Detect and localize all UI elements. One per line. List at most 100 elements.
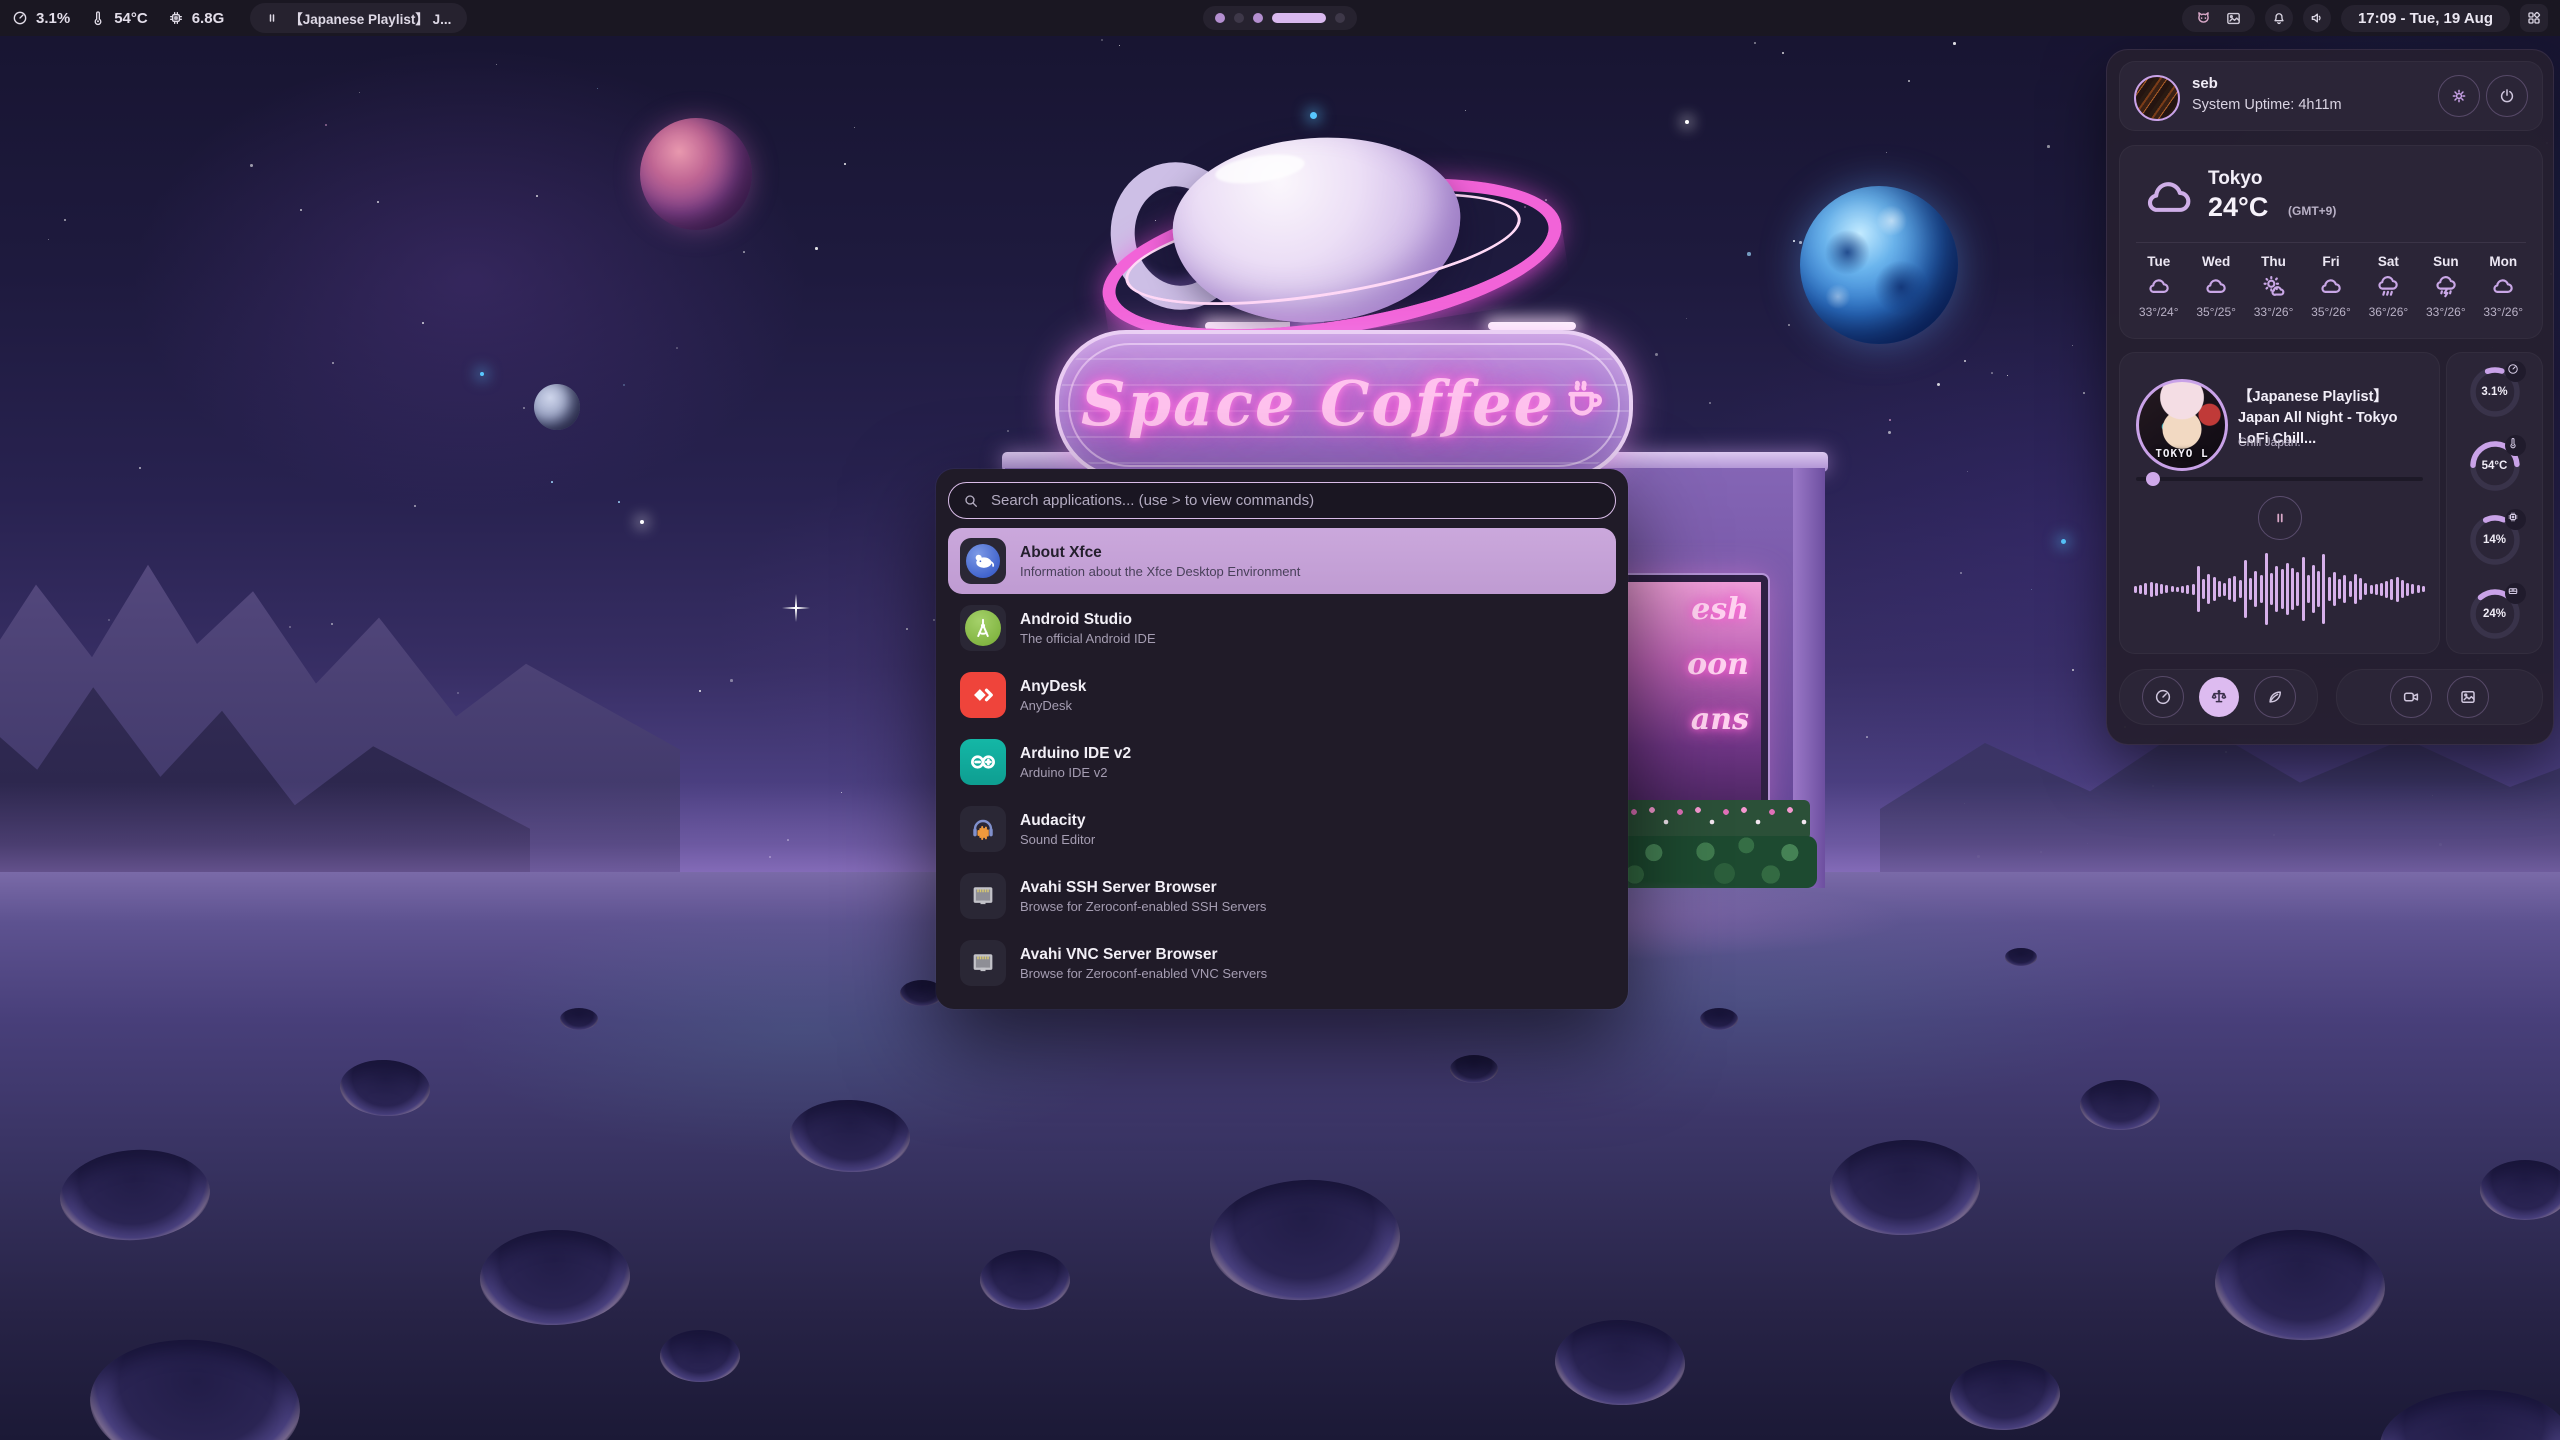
waveform-bar [2317, 571, 2320, 607]
settings-button[interactable] [2438, 75, 2480, 117]
window-neon-text: ans [1691, 702, 1749, 737]
crater [1450, 1055, 1498, 1083]
waveform-bar [2359, 578, 2362, 600]
workspace-dot[interactable] [1215, 13, 1225, 23]
app-title: AnyDesk [1020, 677, 1086, 696]
memory-value: 6.8G [192, 10, 225, 27]
crater [980, 1250, 1070, 1310]
wallpaper-button[interactable] [2447, 676, 2489, 718]
workspace-dot[interactable] [1335, 13, 1345, 23]
workspace-indicator[interactable] [1203, 6, 1357, 30]
powersave-button[interactable] [2254, 676, 2296, 718]
crater [660, 1330, 740, 1382]
waveform-bar [2202, 579, 2205, 599]
waveform-bar [2165, 585, 2168, 593]
progress-bar[interactable] [2136, 477, 2423, 481]
small-moon [534, 384, 580, 430]
waveform-bar [2370, 585, 2373, 594]
forecast-row: Tue 33°/24° Wed 35°/25° Thu 33°/26° Fri … [2130, 254, 2532, 319]
star [618, 501, 620, 503]
forecast-day: Thu 33°/26° [2245, 254, 2302, 319]
ethernet-icon [960, 873, 1006, 919]
camera-icon [2402, 688, 2420, 706]
play-pause-button[interactable] [2258, 496, 2302, 540]
waveform-bar [2265, 553, 2268, 625]
side-panel: seb System Uptime: 4h11m Tokyo 24°C (GMT… [2106, 49, 2554, 745]
star [2083, 392, 2085, 394]
search-input[interactable] [989, 491, 1601, 510]
performance-button[interactable] [2142, 676, 2184, 718]
waveform-bar [2354, 574, 2357, 604]
wallpaper-icon[interactable] [2225, 10, 2242, 27]
app-description: AnyDesk [1020, 698, 1086, 713]
app-description: Information about the Xfce Desktop Envir… [1020, 564, 1300, 579]
notifications-button[interactable] [2265, 4, 2293, 32]
cat-icon[interactable] [2195, 10, 2212, 27]
waveform-bar [2296, 572, 2299, 606]
star [1007, 430, 1009, 432]
app-description: Sound Editor [1020, 832, 1095, 847]
launcher-search-bar[interactable] [948, 482, 1616, 519]
bright-star [1685, 120, 1689, 124]
app-item-arduino[interactable]: Arduino IDE v2 Arduino IDE v2 [948, 729, 1616, 795]
waveform-bar [2411, 584, 2414, 594]
app-description: The official Android IDE [1020, 631, 1156, 646]
workspace-dot[interactable] [1253, 13, 1263, 23]
crater [560, 1008, 598, 1030]
waveform-bar [2322, 554, 2325, 624]
speedometer-icon [12, 10, 28, 26]
overview-button[interactable] [2520, 4, 2548, 32]
bright-star [640, 520, 644, 524]
memory-stat: 6.8G [168, 10, 225, 27]
avatar[interactable] [2134, 75, 2180, 121]
waveform-bar [2385, 581, 2388, 598]
forecast-day: Fri 35°/26° [2302, 254, 2359, 319]
app-item-avahi-vnc[interactable]: Avahi VNC Server Browser Browse for Zero… [948, 930, 1616, 996]
star [523, 407, 525, 409]
weather-icon [2433, 274, 2459, 300]
now-playing-pill[interactable]: 【Japanese Playlist】 J... [250, 3, 467, 33]
cloud-icon [2140, 170, 2198, 228]
app-item-about-xfce[interactable]: About Xfce Information about the Xfce De… [948, 528, 1616, 594]
balanced-mode-button[interactable] [2199, 677, 2239, 717]
waveform-bar [2302, 557, 2305, 621]
star [1119, 45, 1120, 46]
waveform-bar [2223, 583, 2226, 596]
weather-timezone: (GMT+9) [2288, 204, 2336, 218]
star [1866, 736, 1868, 738]
waveform-bar [2144, 583, 2147, 595]
ethernet-icon [960, 940, 1006, 986]
app-item-anydesk[interactable]: AnyDesk AnyDesk [948, 662, 1616, 728]
forecast-day: Tue 33°/24° [2130, 254, 2187, 319]
nebula [120, 40, 820, 520]
workspace-dot[interactable] [1234, 13, 1244, 23]
bright-star [480, 372, 484, 376]
app-title: Android Studio [1020, 610, 1156, 629]
volume-button[interactable] [2303, 4, 2331, 32]
power-button[interactable] [2486, 75, 2528, 117]
progress-knob[interactable] [2146, 472, 2160, 486]
coffee-cup-icon [1561, 375, 1607, 421]
power-icon [2498, 87, 2516, 105]
album-caption: TOKYO L [2139, 447, 2225, 460]
cpu-load-stat: 3.1% [12, 10, 70, 27]
app-title: Avahi VNC Server Browser [1020, 945, 1267, 964]
app-item-avahi-ssh[interactable]: Avahi SSH Server Browser Browse for Zero… [948, 863, 1616, 929]
speedometer-icon [2154, 688, 2172, 706]
waveform-bar [2160, 584, 2163, 594]
waveform-bar [2155, 583, 2158, 596]
waveform-bar [2233, 576, 2236, 602]
app-item-android-studio[interactable]: Android Studio The official Android IDE [948, 595, 1616, 661]
star [250, 164, 253, 167]
android-studio-icon [960, 605, 1006, 651]
app-item-audacity[interactable]: Audacity Sound Editor [948, 796, 1616, 862]
forecast-day: Wed 35°/25° [2187, 254, 2244, 319]
clock[interactable]: 17:09 - Tue, 19 Aug [2341, 5, 2510, 32]
workspace-dot-active[interactable] [1272, 13, 1326, 23]
waveform-bar [2218, 581, 2221, 597]
disk-icon [2507, 585, 2519, 597]
top-bar: 3.1% 54°C 6.8G 【Japanese Playlist】 J... … [0, 0, 2560, 36]
music-player-card: TOKYO L 【Japanese Playlist】 Japan All Ni… [2119, 352, 2440, 654]
waveform-bar [2207, 574, 2210, 604]
screen-record-button[interactable] [2390, 676, 2432, 718]
